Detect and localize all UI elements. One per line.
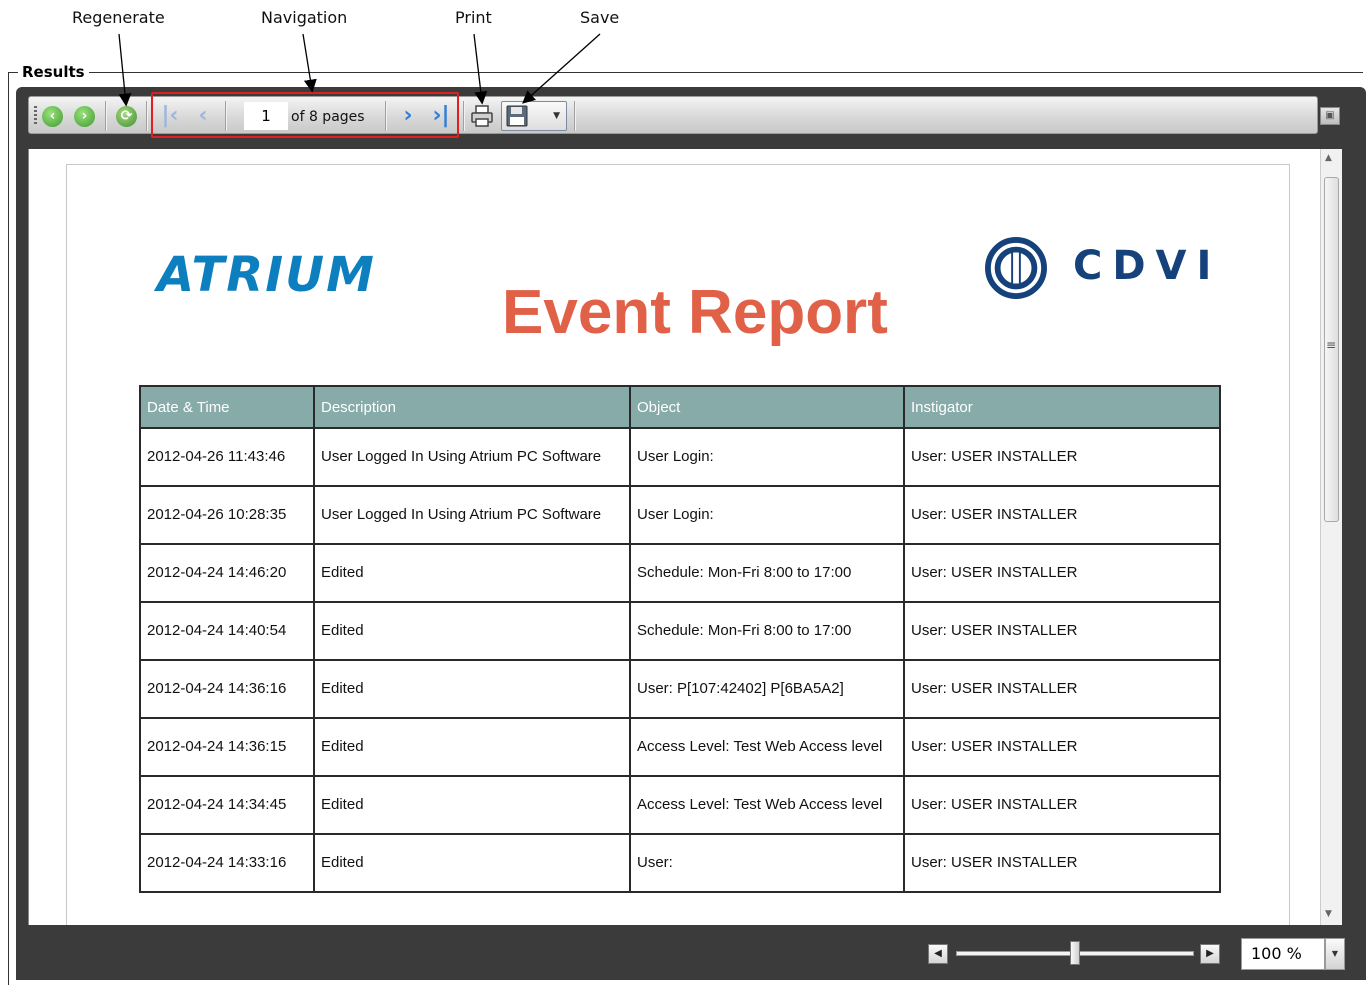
table-cell: Schedule: Mon-Fri 8:00 to 17:00 <box>629 601 905 661</box>
column-header: Object <box>629 385 905 429</box>
column-header: Description <box>313 385 631 429</box>
callout-arrows <box>118 33 601 107</box>
zoom-dropdown-button[interactable]: ▼ <box>1325 938 1345 970</box>
table-cell: Access Level: Test Web Access level <box>629 775 905 835</box>
scroll-up-icon[interactable]: ▲ <box>1325 153 1332 163</box>
table-cell: User: USER INSTALLER <box>903 485 1221 545</box>
table-cell: User: USER INSTALLER <box>903 601 1221 661</box>
table-cell: User: USER INSTALLER <box>903 659 1221 719</box>
events-table: Date & Time Description Object Instigato… <box>139 385 1221 893</box>
table-cell: User: P[107:42402] P[6BA5A2] <box>629 659 905 719</box>
table-row: 2012-04-24 14:46:20 Edited Schedule: Mon-F… <box>139 543 1221 603</box>
table-cell: Edited <box>313 717 631 777</box>
table-header-row: Date & Time Description Object Instigato… <box>139 385 1221 429</box>
table-cell: 2012-04-24 14:36:16 <box>139 659 315 719</box>
table-row: 2012-04-24 14:36:15 Edited Access Level: T… <box>139 717 1221 777</box>
table-cell: User: <box>629 833 905 893</box>
table-row: 2012-04-24 14:34:45 Edited Access Level: T… <box>139 775 1221 835</box>
table-cell: 2012-04-24 14:36:15 <box>139 717 315 777</box>
arrow-right-icon: ▶ <box>1206 948 1214 959</box>
table-cell: Edited <box>313 659 631 719</box>
table-cell: Edited <box>313 601 631 661</box>
table-cell: 2012-04-24 14:46:20 <box>139 543 315 603</box>
scrollbar-thumb[interactable] <box>1324 177 1339 522</box>
table-cell: User: USER INSTALLER <box>903 717 1221 777</box>
table-cell: Edited <box>313 833 631 893</box>
table-row: 2012-04-26 11:43:46 User Logged In Using … <box>139 427 1221 487</box>
zoom-level-field[interactable]: 100 % <box>1241 938 1325 970</box>
chevron-down-icon: ▼ <box>1331 949 1339 958</box>
zoom-in-button[interactable]: ▶ <box>1200 944 1220 964</box>
table-cell: 2012-04-26 11:43:46 <box>139 427 315 487</box>
table-cell: User Login: <box>629 485 905 545</box>
table-cell: 2012-04-24 14:40:54 <box>139 601 315 661</box>
column-header: Date & Time <box>139 385 315 429</box>
arrow-left-icon: ◀ <box>934 948 942 959</box>
table-cell: 2012-04-24 14:33:16 <box>139 833 315 893</box>
table-cell: User Logged In Using Atrium PC Software <box>313 427 631 487</box>
table-row: 2012-04-26 10:28:35 User Logged In Using … <box>139 485 1221 545</box>
report-document-area: ATRIUM CDVI Event Report Date & Time Des… <box>28 149 1321 925</box>
vertical-scrollbar[interactable]: ▲ ▼ <box>1320 149 1342 925</box>
table-cell: User: USER INSTALLER <box>903 775 1221 835</box>
scroll-down-icon[interactable]: ▼ <box>1325 909 1332 919</box>
cdvi-emblem-icon <box>985 237 1047 299</box>
table-cell: User: USER INSTALLER <box>903 427 1221 487</box>
table-cell: User: USER INSTALLER <box>903 833 1221 893</box>
table-row: 2012-04-24 14:36:16 Edited User: P[107:424… <box>139 659 1221 719</box>
atrium-logo: ATRIUM <box>157 247 376 303</box>
table-cell: 2012-04-26 10:28:35 <box>139 485 315 545</box>
table-row: 2012-04-24 14:33:16 Edited User: User: USER… <box>139 833 1221 893</box>
table-cell: Edited <box>313 775 631 835</box>
table-cell: User Logged In Using Atrium PC Software <box>313 485 631 545</box>
table-cell: 2012-04-24 14:34:45 <box>139 775 315 835</box>
report-title: Event Report <box>502 278 888 347</box>
table-cell: Edited <box>313 543 631 603</box>
table-cell: Access Level: Test Web Access level <box>629 717 905 777</box>
table-cell: User: USER INSTALLER <box>903 543 1221 603</box>
table-cell: User Login: <box>629 427 905 487</box>
zoom-slider-thumb[interactable] <box>1070 941 1080 965</box>
report-page: ATRIUM CDVI Event Report Date & Time Des… <box>66 164 1290 925</box>
table-cell: Schedule: Mon-Fri 8:00 to 17:00 <box>629 543 905 603</box>
table-row: 2012-04-24 14:40:54 Edited Schedule: Mon-F… <box>139 601 1221 661</box>
zoom-out-button[interactable]: ◀ <box>928 944 948 964</box>
column-header: Instigator <box>903 385 1221 429</box>
